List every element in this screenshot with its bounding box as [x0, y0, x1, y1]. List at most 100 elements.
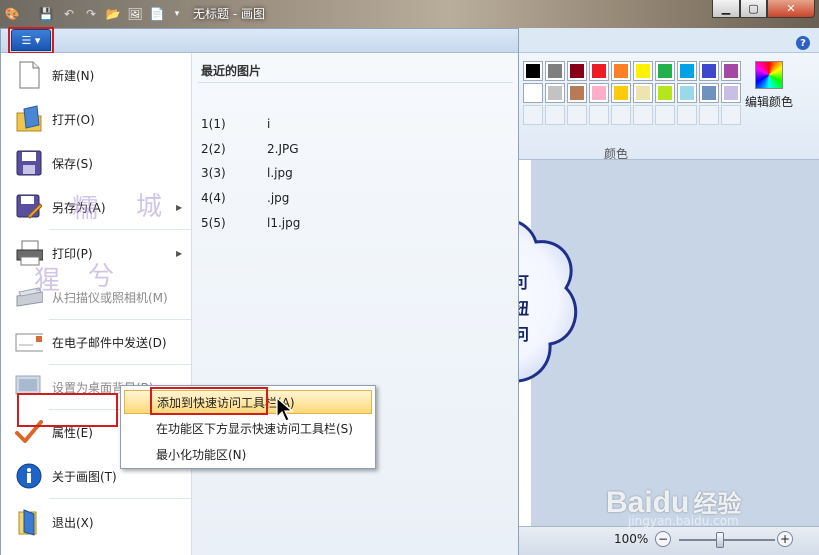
undo-quick-icon[interactable]: ↶: [60, 5, 78, 23]
open-folder-icon: [15, 105, 43, 133]
annotation-highlight: [150, 387, 268, 415]
color-swatch[interactable]: [699, 83, 719, 103]
watermark-char: 城: [136, 192, 163, 222]
color-swatch[interactable]: [633, 83, 653, 103]
menu-separator: [49, 498, 191, 499]
help-icon[interactable]: ?: [796, 36, 810, 50]
annotation-highlight: [8, 27, 54, 54]
menu-item-label: 关于画图(T): [52, 469, 117, 484]
save-disk-icon: [15, 149, 43, 177]
new-file-icon: [15, 61, 43, 89]
submenu-item-show-below-ribbon[interactable]: 在功能区下方显示快速访问工具栏(S): [124, 416, 372, 440]
color-swatch[interactable]: [611, 83, 631, 103]
minimize-button[interactable]: ▁: [712, 0, 740, 18]
color-swatch[interactable]: [545, 83, 565, 103]
menu-item-label: 在电子邮件中发送(D): [52, 335, 167, 350]
recent-file-item[interactable]: 5(5) l1.jpg: [201, 216, 300, 230]
recent-file-item[interactable]: 2(2) 2.JPG: [201, 142, 299, 156]
color-swatch[interactable]: [677, 83, 697, 103]
recent-file-number: 2(2): [201, 142, 226, 156]
recent-file-name: l.jpg: [267, 166, 293, 180]
menu-header: ☰ ▾: [1, 27, 518, 54]
print-preview-quick-icon[interactable]: 🖼: [126, 5, 144, 23]
recent-file-name: i: [267, 117, 271, 131]
custom-color-slot[interactable]: [677, 105, 697, 125]
recent-file-item[interactable]: 3(3) l.jpg: [201, 166, 293, 180]
custom-color-slot[interactable]: [721, 105, 741, 125]
recent-file-number: 1(1): [201, 117, 226, 131]
submenu-arrow-icon: ▶: [176, 202, 183, 212]
color-swatch[interactable]: [633, 61, 653, 81]
desktop-background-submenu: 添加到快速访问工具栏(A) 在功能区下方显示快速访问工具栏(S) 最小化功能区(…: [120, 385, 376, 469]
close-button[interactable]: ✕: [767, 0, 815, 18]
recent-pictures-panel: 最近的图片 1(1) i 2(2) 2.JPG 3(3) l.jpg 4(4) .jpg…: [191, 53, 518, 555]
color-swatch[interactable]: [699, 61, 719, 81]
recent-file-name: 2.JPG: [267, 142, 299, 156]
zoom-slider-thumb[interactable]: [716, 532, 724, 548]
custom-color-slot[interactable]: [589, 105, 609, 125]
info-icon: [15, 462, 43, 490]
zoom-in-button[interactable]: +: [777, 531, 793, 547]
color-swatch[interactable]: [545, 61, 565, 81]
recent-file-item[interactable]: 4(4) .jpg: [201, 191, 289, 205]
recent-file-number: 5(5): [201, 216, 226, 230]
menu-item-new[interactable]: 新建(N): [1, 53, 191, 97]
color-swatch[interactable]: [523, 61, 543, 81]
watermark-char: 猩: [34, 266, 61, 296]
title-bar: 🎨 💾 ↶ ↷ 📂 🖼 📄 ▾ 无标题 - 画图 ▁ ▢ ✕: [0, 0, 819, 28]
color-swatch[interactable]: [655, 61, 675, 81]
color-swatch[interactable]: [721, 61, 741, 81]
open-quick-icon[interactable]: 📂: [104, 5, 122, 23]
color-swatch[interactable]: [567, 83, 587, 103]
color-swatch[interactable]: [589, 61, 609, 81]
color-swatch[interactable]: [523, 83, 543, 103]
custom-color-slot[interactable]: [567, 105, 587, 125]
custom-color-slot[interactable]: [655, 105, 675, 125]
menu-item-label: 新建(N): [52, 68, 95, 83]
watermark-char: 兮: [88, 262, 115, 292]
zoom-slider-track[interactable]: [679, 539, 775, 541]
recent-file-item[interactable]: 1(1) i: [201, 117, 270, 131]
menu-commands: 新建(N) 打开(O) 保存(S) 另存为(A) ▶ 打印(P) ▶ 从扫描仪或…: [1, 53, 191, 555]
application-menu: ☰ ▾ 新建(N) 打开(O) 保存(S) 另存为(A) ▶ 打印(P) ▶ 从…: [0, 27, 519, 555]
paint-app-icon[interactable]: 🎨: [3, 5, 21, 23]
maximize-button[interactable]: ▢: [740, 0, 767, 18]
recent-pictures-title: 最近的图片: [201, 64, 262, 78]
zoom-out-button[interactable]: −: [655, 531, 671, 547]
customize-quick-access-icon[interactable]: ▾: [168, 5, 186, 23]
recent-file-number: 4(4): [201, 191, 226, 205]
menu-item-label: 打印(P): [52, 246, 93, 261]
save-quick-icon[interactable]: 💾: [37, 5, 55, 23]
exit-icon: [15, 508, 43, 536]
edit-colors-button[interactable]: 编辑颜色: [744, 61, 794, 110]
menu-item-email[interactable]: 在电子邮件中发送(D): [1, 320, 191, 364]
save-as-icon: [15, 193, 43, 221]
color-swatch[interactable]: [721, 83, 741, 103]
color-palette: [523, 61, 741, 125]
mouse-pointer-icon: [276, 397, 294, 422]
custom-color-slot[interactable]: [611, 105, 631, 125]
edit-colors-label: 编辑颜色: [744, 95, 793, 109]
custom-color-slot[interactable]: [633, 105, 653, 125]
custom-color-slot[interactable]: [545, 105, 565, 125]
color-swatch[interactable]: [611, 61, 631, 81]
custom-color-slot[interactable]: [523, 105, 543, 125]
submenu-item-label: 在功能区下方显示快速访问工具栏(S): [156, 421, 353, 436]
color-swatch[interactable]: [655, 83, 675, 103]
new-quick-icon[interactable]: 📄: [148, 5, 166, 23]
color-swatch[interactable]: [589, 83, 609, 103]
baidu-url: jingyan.baidu.com: [628, 514, 739, 528]
submenu-item-minimize-ribbon[interactable]: 最小化功能区(N): [124, 442, 372, 466]
custom-color-slot[interactable]: [699, 105, 719, 125]
recent-file-name: l1.jpg: [267, 216, 301, 230]
menu-item-save[interactable]: 保存(S): [1, 141, 191, 185]
menu-item-open[interactable]: 打开(O): [1, 97, 191, 141]
menu-item-exit[interactable]: 退出(X): [1, 500, 191, 544]
color-swatch[interactable]: [677, 61, 697, 81]
recent-file-number: 3(3): [201, 166, 226, 180]
color-swatch[interactable]: [567, 61, 587, 81]
menu-item-label: 保存(S): [52, 156, 93, 171]
submenu-arrow-icon: ▶: [176, 248, 183, 258]
menu-item-label: 打开(O): [52, 112, 95, 127]
redo-quick-icon[interactable]: ↷: [82, 5, 100, 23]
